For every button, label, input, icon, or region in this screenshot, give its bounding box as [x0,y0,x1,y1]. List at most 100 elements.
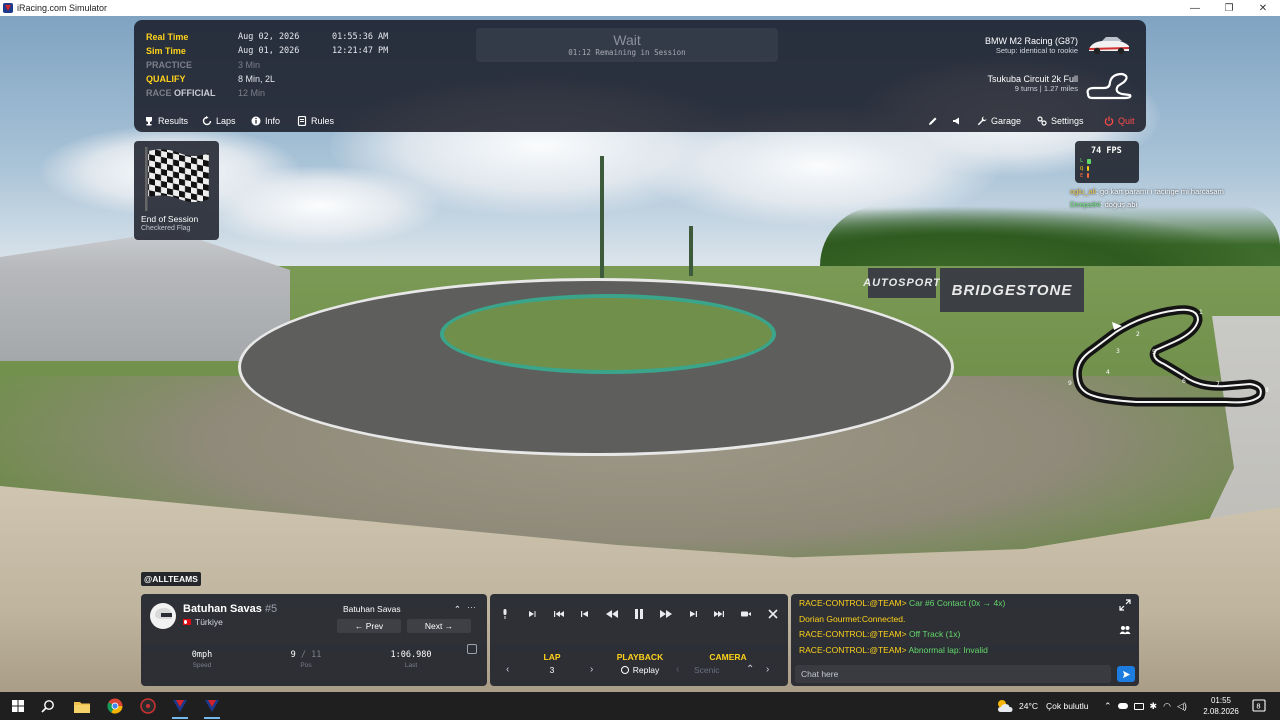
track-info[interactable]: Tsukuba Circuit 2k Full 9 turns | 1.27 m… [987,74,1078,93]
session-remaining: 01:12 Remaining in Session [568,48,686,57]
weather-widget[interactable]: 24°C Çok bulutlu [996,692,1089,720]
tab-results[interactable]: Results [144,110,188,132]
restore-button[interactable]: ❐ [1212,0,1246,16]
rewind-button[interactable] [603,603,621,625]
tools-button[interactable] [764,603,782,625]
taskbar-iracing-sim[interactable] [198,696,226,719]
playback-control[interactable]: PLAYBACK Replay [608,652,672,675]
tab-laps-label: Laps [216,116,236,126]
practice-label: PRACTICE [146,60,193,70]
fast-forward-button[interactable] [657,603,675,625]
edit-button[interactable] [928,110,938,132]
step-icon [528,611,536,617]
volume-icon[interactable]: ◁) [1177,701,1187,712]
window-title: iRacing.com Simulator [17,3,108,13]
tray-chevron-icon[interactable]: ⌃ [1104,701,1112,712]
start-button[interactable] [4,696,32,716]
billboard-autosport: AUTOSPORT [863,268,940,298]
helmet-icon [150,603,176,629]
chat-prefix: RACE-CONTROL:@TEAM> [799,598,907,608]
pencil-icon [929,117,937,125]
onedrive-icon[interactable] [1117,703,1128,709]
car-info[interactable]: BMW M2 Racing (G87) Setup: identical to … [985,36,1078,55]
tab-results-label: Results [158,116,189,126]
audio-button[interactable] [952,110,962,132]
bluetooth-icon[interactable]: ✱ [1150,701,1158,712]
cloudy-weather-icon [998,700,1013,712]
car-name: BMW M2 Racing (G87) [984,36,1078,46]
notification-button[interactable]: 8 [1252,692,1266,720]
taskbar-file-explorer[interactable] [68,696,96,716]
megaphone-icon [953,117,959,125]
camera-up-icon[interactable]: ⌃ [746,664,754,675]
search-icon [41,700,54,713]
search-button[interactable] [34,696,62,716]
rules-icon [297,116,307,126]
camera-record-button[interactable] [737,603,755,625]
expand-icon[interactable] [1119,599,1131,611]
fps-bar-e [1087,173,1089,178]
track-turns: 9 turns [1014,84,1038,93]
track-name: Tsukuba Circuit 2k Full [987,74,1078,84]
taskbar-app[interactable] [134,696,162,716]
corner-label: 8 [1265,387,1269,394]
chrome-icon [107,698,123,714]
checkered-flag-icon [145,147,209,211]
quit-button[interactable]: Quit [1104,110,1135,132]
floating-chat-text: go kart paramı i racinge mi harcasam [1100,187,1224,196]
window-titlebar: iRacing.com Simulator — ❐ ✕ [0,0,1280,16]
pause-button[interactable] [630,603,648,625]
lap-next-arrow-icon[interactable]: › [590,664,593,675]
headset-icon[interactable]: ◠ [1163,701,1171,712]
sim-time-clock: 12:21:47 PM [332,46,389,56]
position-value: 9 [290,650,296,660]
network-icon[interactable] [1133,702,1144,710]
mic-button[interactable] [496,603,514,625]
corner-label: 6 [1182,378,1186,385]
camera-next-arrow-icon[interactable]: › [766,664,769,675]
replay-radio-icon[interactable] [620,666,629,674]
tab-rules[interactable]: Rules [297,110,334,132]
iracing-icon [205,700,219,712]
users-icon[interactable] [1119,624,1131,636]
chat-message: Dorian Gourmet:Connected. [799,614,905,624]
tab-garage[interactable]: Garage [977,110,1021,132]
send-button[interactable] [1117,666,1135,682]
chat-panel: RACE-CONTROL:@TEAM> Car #6 Contact (0x →… [791,594,1139,686]
tab-settings[interactable]: Settings [1037,110,1084,132]
next-icon [689,611,697,617]
camera-prev-arrow-icon[interactable]: ‹ [676,664,679,675]
end-of-session-card: End of Session Checkered Flag [134,141,219,240]
team-tag: @ALLTEAMS [141,572,201,586]
taskbar-iracing-ui[interactable] [166,696,194,719]
taskbar-chrome[interactable] [101,696,129,716]
taskbar-clock[interactable]: 01:55 2.08.2026 [1196,695,1246,717]
chat-placeholder: Chat here [801,669,839,679]
previous-event-button[interactable] [576,603,594,625]
tab-info[interactable]: Info [251,110,280,132]
chat-input[interactable]: Chat here [795,665,1111,683]
corner-label: 7 [1216,381,1220,388]
copy-icon[interactable] [467,644,477,654]
next-driver-button[interactable]: Next → [407,619,471,633]
prev-driver-button[interactable]: ← Prev [337,619,401,633]
qualify-value: 8 Min, 2L [238,74,276,84]
close-window-button[interactable]: ✕ [1246,0,1280,16]
tab-garage-label: Garage [991,116,1022,126]
race-value: 12 Min [238,88,266,98]
driver-select-dropdown[interactable]: Batuhan Savas ⌃ [343,602,461,616]
folder-icon [74,701,90,713]
skip-to-start-button[interactable] [550,603,568,625]
skip-to-end-button[interactable] [710,603,728,625]
next-event-button[interactable] [684,603,702,625]
chat-message: RACE-CONTROL:@TEAM> Abnormal lap: Invali… [799,645,988,655]
minimize-button[interactable]: — [1178,0,1212,16]
steering-wheel-icon [140,698,156,714]
tab-settings-label: Settings [1051,116,1084,126]
chat-text: Off Track (1x) [908,629,961,639]
lap-prev-arrow-icon[interactable]: ‹ [506,664,509,675]
real-time-date: Aug 02, 2026 [238,32,300,42]
more-options-icon[interactable]: ··· [467,602,476,612]
tab-laps[interactable]: Laps [202,110,236,132]
step-forward-button[interactable] [523,603,541,625]
